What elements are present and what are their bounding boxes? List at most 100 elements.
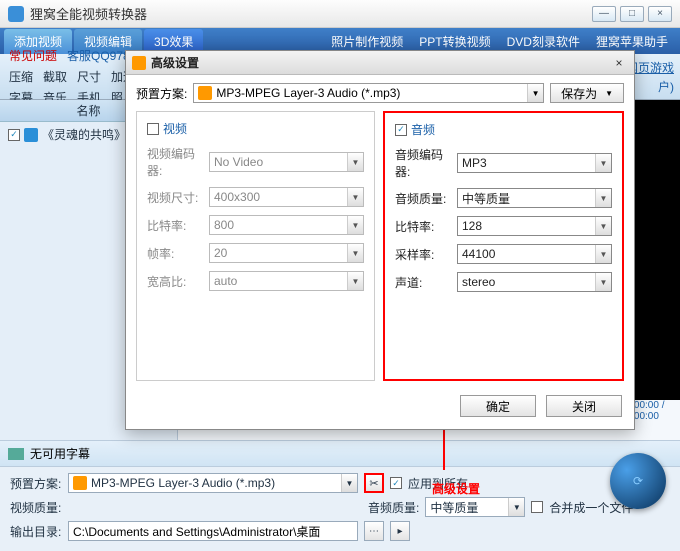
close-button[interactable]: × — [648, 6, 672, 22]
subtitle-bar: 无可用字幕 — [0, 440, 680, 466]
chevron-down-icon: ▼ — [347, 153, 363, 171]
video-panel-title: 视频 — [163, 120, 187, 137]
video-preview — [630, 100, 680, 400]
chevron-down-icon: ▼ — [595, 217, 611, 235]
link-apple-helper[interactable]: 狸窝苹果助手 — [596, 33, 668, 50]
link-photo-video[interactable]: 照片制作视频 — [331, 33, 403, 50]
v-size-label: 视频尺寸: — [147, 189, 203, 206]
tool-size[interactable]: 尺寸 — [74, 67, 104, 86]
tool-compress[interactable]: 压缩 — [6, 67, 36, 86]
link-qq[interactable]: 客服QQ978 — [64, 46, 133, 65]
a-bitrate-value: 128 — [462, 219, 482, 233]
advanced-settings-button[interactable]: ✂ — [364, 473, 384, 493]
preset-value: MP3-MPEG Layer-3 Audio (*.mp3) — [91, 476, 275, 490]
tool-cut[interactable]: 截取 — [40, 67, 70, 86]
merge-checkbox[interactable] — [531, 501, 543, 513]
a-channel-value: stereo — [462, 275, 495, 289]
file-icon — [24, 128, 38, 142]
ok-button[interactable]: 确定 — [460, 395, 536, 417]
dialog-preset-label: 预置方案: — [136, 85, 187, 102]
aq-select[interactable]: 中等质量 ▼ — [425, 497, 525, 517]
v-encoder-select[interactable]: No Video ▼ — [209, 152, 364, 172]
output-path-input[interactable] — [68, 521, 358, 541]
bottom-panel: 预置方案: MP3-MPEG Layer-3 Audio (*.mp3) ▼ ✂… — [0, 466, 680, 551]
v-aspect-select[interactable]: auto ▼ — [209, 271, 364, 291]
audio-panel-title: 音频 — [411, 121, 435, 138]
a-quality-select[interactable]: 中等质量 ▼ — [457, 188, 612, 208]
v-bitrate-value: 800 — [214, 218, 234, 232]
maximize-button[interactable]: □ — [620, 6, 644, 22]
chevron-down-icon: ▼ — [595, 245, 611, 263]
music-icon — [198, 86, 212, 100]
a-quality-value: 中等质量 — [462, 190, 510, 207]
link-sub: 户) — [658, 78, 674, 95]
save-as-label: 保存为 — [561, 85, 597, 102]
chevron-down-icon: ▼ — [508, 498, 524, 516]
open-folder-button[interactable]: ▸ — [390, 521, 410, 541]
v-bitrate-label: 比特率: — [147, 217, 203, 234]
wrench-icon: ✂ — [369, 477, 378, 490]
titlebar: 狸窝全能视频转换器 — □ × — [0, 0, 680, 28]
browse-button[interactable]: ⋯ — [364, 521, 384, 541]
chevron-down-icon: ▼ — [527, 84, 543, 102]
a-bitrate-label: 比特率: — [395, 218, 451, 235]
convert-button[interactable]: ⟳ — [610, 453, 666, 509]
apply-all-checkbox[interactable]: ✓ — [390, 477, 402, 489]
item-checkbox[interactable]: ✓ — [8, 129, 20, 141]
preset-select[interactable]: MP3-MPEG Layer-3 Audio (*.mp3) ▼ — [68, 473, 358, 493]
v-encoder-value: No Video — [214, 155, 263, 169]
v-encoder-label: 视频编码器: — [147, 145, 203, 179]
chevron-down-icon: ▼ — [595, 154, 611, 172]
audio-panel: ✓ 音频 音频编码器: MP3 ▼ 音频质量: 中等质量 ▼ 比特率: 128 ▼ 采样率:… — [383, 111, 624, 381]
out-label: 输出目录: — [10, 523, 62, 540]
audio-enable-checkbox[interactable]: ✓ — [395, 124, 407, 136]
vq-label: 视频质量: — [10, 499, 62, 516]
aq-label: 音频质量: — [368, 499, 419, 516]
convert-icon: ⟳ — [633, 474, 643, 488]
video-enable-checkbox[interactable] — [147, 123, 159, 135]
chevron-down-icon: ▼ — [341, 474, 357, 492]
v-aspect-label: 宽高比: — [147, 273, 203, 290]
chevron-down-icon: ▼ — [347, 244, 363, 262]
chevron-down-icon: ▼ — [595, 189, 611, 207]
save-as-button[interactable]: 保存为 ▼ — [550, 83, 624, 103]
v-size-value: 400x300 — [214, 190, 260, 204]
v-size-select[interactable]: 400x300 ▼ — [209, 187, 364, 207]
dialog-title: 高级设置 — [151, 54, 610, 71]
link-faq[interactable]: 常见问题 — [6, 46, 60, 65]
link-ppt-video[interactable]: PPT转换视频 — [419, 33, 490, 50]
v-bitrate-select[interactable]: 800▼ — [209, 215, 364, 235]
folder-icon: ⋯ — [369, 526, 379, 537]
dialog-preset-select[interactable]: MP3-MPEG Layer-3 Audio (*.mp3) ▼ — [193, 83, 544, 103]
advanced-settings-dialog: 高级设置 × 预置方案: MP3-MPEG Layer-3 Audio (*.m… — [125, 50, 635, 430]
v-fps-value: 20 — [214, 246, 227, 260]
a-quality-label: 音频质量: — [395, 190, 451, 207]
dialog-close-button[interactable]: × — [610, 55, 628, 71]
minimize-button[interactable]: — — [592, 6, 616, 22]
app-title: 狸窝全能视频转换器 — [30, 4, 592, 23]
link-dvd-burn[interactable]: DVD刻录软件 — [507, 33, 580, 50]
apply-all-label: 应用到所有 — [408, 475, 468, 492]
cancel-button[interactable]: 关闭 — [546, 395, 622, 417]
v-aspect-value: auto — [214, 274, 237, 288]
a-channel-label: 声道: — [395, 274, 451, 291]
a-encoder-value: MP3 — [462, 156, 487, 170]
subtitle-label: 无可用字幕 — [30, 445, 90, 462]
a-sample-value: 44100 — [462, 247, 495, 261]
music-icon — [73, 476, 87, 490]
preset-label: 预置方案: — [10, 475, 62, 492]
chevron-down-icon: ▼ — [595, 273, 611, 291]
v-fps-label: 帧率: — [147, 245, 203, 262]
a-channel-select[interactable]: stereo ▼ — [457, 272, 612, 292]
a-sample-label: 采样率: — [395, 246, 451, 263]
a-bitrate-select[interactable]: 128 ▼ — [457, 216, 612, 236]
dialog-titlebar: 高级设置 × — [126, 51, 634, 75]
a-encoder-label: 音频编码器: — [395, 146, 451, 180]
a-encoder-select[interactable]: MP3 ▼ — [457, 153, 612, 173]
app-logo-icon — [8, 6, 24, 22]
chevron-down-icon: ▼ — [347, 272, 363, 290]
item-label: 《灵魂的共鸣》 — [42, 126, 126, 143]
a-sample-select[interactable]: 44100 ▼ — [457, 244, 612, 264]
v-fps-select[interactable]: 20 ▼ — [209, 243, 364, 263]
chevron-down-icon: ▼ — [347, 188, 363, 206]
